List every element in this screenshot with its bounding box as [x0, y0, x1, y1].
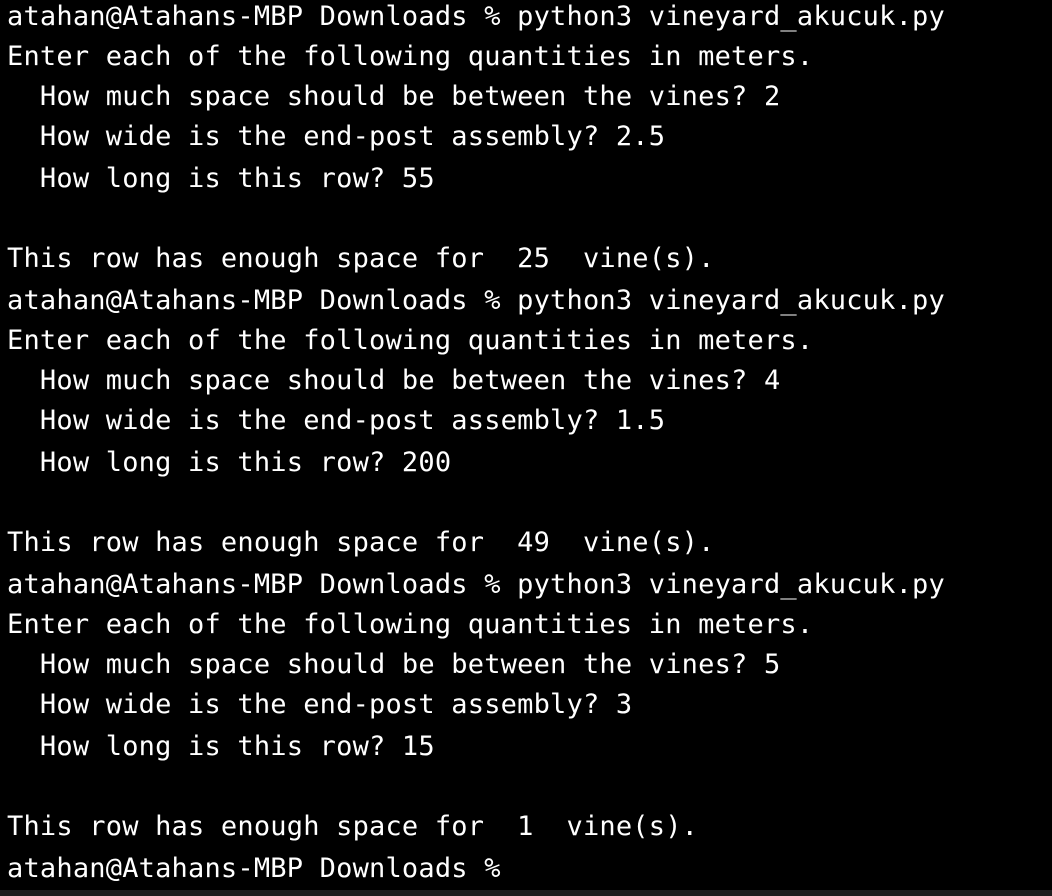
- input-line: How long is this row? 15: [7, 731, 435, 762]
- prompt-line: atahan@Atahans-MBP Downloads % python3 v…: [7, 1, 945, 32]
- input-line: How wide is the end-post assembly? 2.5: [7, 121, 666, 152]
- output-line: Enter each of the following quantities i…: [7, 41, 814, 72]
- input-line: How much space should be between the vin…: [7, 365, 781, 396]
- input-line: How wide is the end-post assembly? 1.5: [7, 405, 666, 436]
- output-line: Enter each of the following quantities i…: [7, 325, 814, 356]
- input-line: How much space should be between the vin…: [7, 81, 781, 112]
- result-line: This row has enough space for 25 vine(s)…: [7, 243, 715, 274]
- result-line: This row has enough space for 1 vine(s).: [7, 811, 699, 842]
- input-line: How much space should be between the vin…: [7, 649, 781, 680]
- result-line: This row has enough space for 49 vine(s)…: [7, 527, 715, 558]
- prompt-line: atahan@Atahans-MBP Downloads % python3 v…: [7, 569, 945, 600]
- terminal-window[interactable]: atahan@Atahans-MBP Downloads % python3 v…: [0, 0, 1052, 890]
- window-bottom-border: [0, 890, 1052, 896]
- input-line: How long is this row? 55: [7, 163, 435, 194]
- prompt-line[interactable]: atahan@Atahans-MBP Downloads %: [7, 849, 517, 889]
- input-line: How wide is the end-post assembly? 3: [7, 689, 633, 720]
- prompt-line: atahan@Atahans-MBP Downloads % python3 v…: [7, 285, 945, 316]
- input-line: How long is this row? 200: [7, 447, 452, 478]
- output-line: Enter each of the following quantities i…: [7, 609, 814, 640]
